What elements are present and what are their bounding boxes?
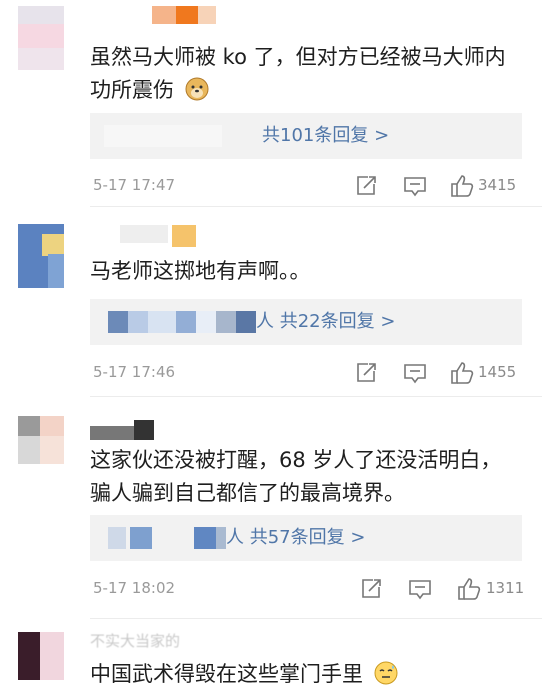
reply-preview[interactable]: 人 共22条回复 >: [90, 299, 522, 345]
avatar[interactable]: [18, 224, 64, 288]
comment-line: 骗人骗到自己都信了的最高境界。: [90, 481, 405, 505]
comment-icon[interactable]: [402, 360, 428, 386]
comment-line: 这家伙还没被打醒，68 岁人了还没活明白，: [90, 448, 502, 472]
username-blurred[interactable]: 不实大当家的: [90, 630, 180, 651]
timestamp: 5-17 17:46: [93, 363, 176, 381]
timestamp: 5-17 17:47: [93, 176, 176, 194]
share-icon[interactable]: [353, 173, 379, 199]
doge-emoji-icon: [185, 77, 209, 111]
comment-footer: 5-17 17:47 3415: [90, 171, 530, 201]
comment-icon[interactable]: [407, 576, 433, 602]
view-replies-link[interactable]: 人 共22条回复 >: [256, 309, 395, 335]
comment-text: 这家伙还没被打醒，68 岁人了还没活明白， 骗人骗到自己都信了的最高境界。: [90, 444, 530, 510]
reply-preview[interactable]: 共101条回复 >: [90, 113, 522, 159]
share-icon[interactable]: [358, 576, 384, 602]
timestamp: 5-17 18:02: [93, 579, 176, 597]
divider: [90, 618, 542, 619]
like-icon[interactable]: [456, 576, 482, 602]
reply-preview[interactable]: 人 共57条回复 >: [90, 515, 522, 561]
like-icon[interactable]: [449, 360, 475, 386]
comment-line: 马老师这掷地有声啊。。: [90, 259, 311, 283]
like-count: 3415: [478, 176, 517, 194]
like-count: 1311: [486, 579, 525, 597]
avatar[interactable]: [18, 632, 64, 680]
comment-text: 中国武术得毁在这些掌门手里: [90, 658, 530, 695]
sweat-emoji-icon: [374, 661, 398, 695]
view-replies-link[interactable]: 共101条回复 >: [262, 123, 389, 149]
comment-line: 中国武术得毁在这些掌门手里: [90, 662, 363, 686]
avatar[interactable]: [18, 6, 64, 70]
comment-footer: 5-17 18:02 1311: [90, 574, 530, 604]
comment-line: 功所震伤: [90, 78, 174, 102]
comment-text: 马老师这掷地有声啊。。: [90, 255, 530, 288]
like-count: 1455: [478, 363, 517, 381]
divider: [90, 206, 542, 207]
share-icon[interactable]: [353, 360, 379, 386]
divider: [90, 396, 542, 397]
view-replies-link[interactable]: 人 共57条回复 >: [226, 525, 365, 551]
comment-icon[interactable]: [402, 173, 428, 199]
comment-text: 虽然马大师被 ko 了，但对方已经被马大师内 功所震伤: [90, 41, 530, 111]
comment-footer: 5-17 17:46 1455: [90, 358, 530, 388]
comment-line: 虽然马大师被 ko 了，但对方已经被马大师内: [90, 45, 506, 69]
like-icon[interactable]: [449, 173, 475, 199]
avatar[interactable]: [18, 416, 64, 464]
